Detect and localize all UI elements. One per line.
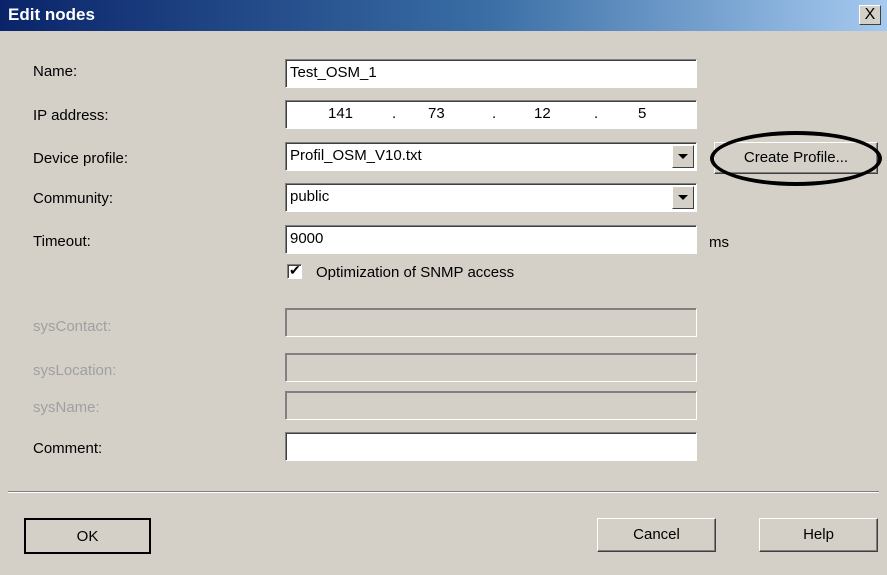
- device-profile-label: Device profile:: [33, 150, 129, 167]
- community-value: public: [290, 188, 330, 205]
- sys-name-label: sysName:: [33, 399, 100, 416]
- sys-location-field[interactable]: [285, 353, 697, 382]
- cancel-button[interactable]: Cancel: [597, 518, 716, 552]
- ok-button[interactable]: OK: [24, 518, 151, 554]
- sys-location-label: sysLocation:: [33, 362, 117, 379]
- community-select[interactable]: public: [285, 183, 697, 212]
- timeout-unit: ms: [709, 234, 729, 251]
- comment-field[interactable]: [285, 432, 697, 461]
- ip-dot-1: .: [392, 105, 397, 122]
- ip-dot-3: .: [594, 105, 599, 122]
- window-title: Edit nodes: [8, 5, 95, 24]
- name-label: Name:: [33, 63, 78, 80]
- help-button[interactable]: Help: [759, 518, 878, 552]
- highlight-ellipse: [710, 131, 882, 186]
- ip-octet-4[interactable]: 5: [638, 101, 646, 127]
- snmp-optimization-label: Optimization of SNMP access: [316, 264, 515, 281]
- title-bar: Edit nodes X: [0, 0, 887, 31]
- device-profile-value: Profil_OSM_V10.txt: [290, 147, 422, 164]
- sys-name-field[interactable]: [285, 391, 697, 420]
- ip-octet-2[interactable]: 73: [428, 101, 445, 127]
- comment-label: Comment:: [33, 440, 103, 457]
- chevron-down-icon[interactable]: [672, 145, 694, 168]
- ip-octet-3[interactable]: 12: [534, 101, 551, 127]
- divider: [8, 491, 879, 493]
- name-field[interactable]: Test_OSM_1: [285, 59, 697, 88]
- timeout-field[interactable]: 9000: [285, 225, 697, 254]
- snmp-optimization-checkbox[interactable]: [287, 262, 302, 279]
- community-label: Community:: [33, 190, 114, 207]
- sys-contact-field[interactable]: [285, 308, 697, 337]
- ip-octet-1[interactable]: 141: [328, 101, 353, 127]
- timeout-label: Timeout:: [33, 233, 91, 250]
- ip-dot-2: .: [492, 105, 497, 122]
- device-profile-select[interactable]: Profil_OSM_V10.txt: [285, 142, 697, 171]
- sys-contact-label: sysContact:: [33, 318, 112, 335]
- chevron-down-icon[interactable]: [672, 186, 694, 209]
- close-button[interactable]: X: [859, 5, 881, 25]
- ip-address-label: IP address:: [33, 107, 109, 124]
- ip-address-field[interactable]: 141 . 73 . 12 . 5: [285, 100, 697, 129]
